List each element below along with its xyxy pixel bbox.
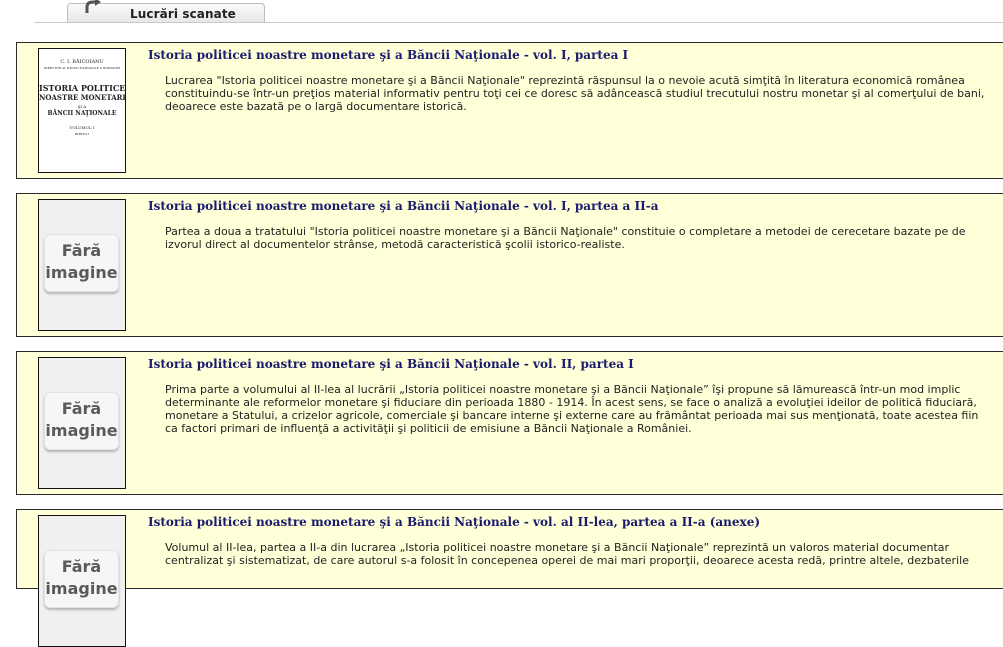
no-image-placeholder: Fără imagine: [44, 550, 119, 608]
item-title[interactable]: Istoria politicei noastre monetare şi a …: [148, 48, 628, 62]
arrow-icon: [85, 0, 101, 13]
list-item: Fără imagine Istoria politicei noastre m…: [16, 193, 1003, 337]
item-title[interactable]: Istoria politicei noastre monetare şi a …: [148, 199, 658, 213]
book-cover-thumbnail[interactable]: C. I. BĂICOIANU DIRECTOR AL BĂNCII NAŢIO…: [38, 48, 126, 173]
tab-lucrari-scanate[interactable]: Lucrări scanate: [67, 0, 265, 22]
tab-label: Lucrări scanate: [130, 7, 236, 21]
no-image-thumbnail[interactable]: Fără imagine: [38, 199, 126, 331]
item-description: Lucrarea "Istoria politicei noastre mone…: [165, 74, 985, 113]
item-title[interactable]: Istoria politicei noastre monetare şi a …: [148, 357, 634, 371]
no-image-placeholder: Fără imagine: [44, 234, 119, 292]
list-item: C. I. BĂICOIANU DIRECTOR AL BĂNCII NAŢIO…: [16, 42, 1003, 179]
list-item: Fără imagine Istoria politicei noastre m…: [16, 351, 1003, 495]
item-description: Volumul al II-lea, partea a II-a din luc…: [165, 541, 969, 567]
no-image-thumbnail[interactable]: Fără imagine: [38, 515, 126, 647]
item-title[interactable]: Istoria politicei noastre monetare şi a …: [148, 515, 760, 529]
item-description: Prima parte a volumului al II-lea al luc…: [165, 383, 979, 435]
header-divider: [34, 22, 1003, 23]
item-description: Partea a doua a tratatului "Istoria poli…: [165, 225, 966, 251]
book-cover: C. I. BĂICOIANU DIRECTOR AL BĂNCII NAŢIO…: [39, 59, 126, 136]
list-item: Fără imagine Istoria politicei noastre m…: [16, 509, 1003, 647]
no-image-placeholder: Fără imagine: [44, 392, 119, 450]
no-image-thumbnail[interactable]: Fără imagine: [38, 357, 126, 489]
